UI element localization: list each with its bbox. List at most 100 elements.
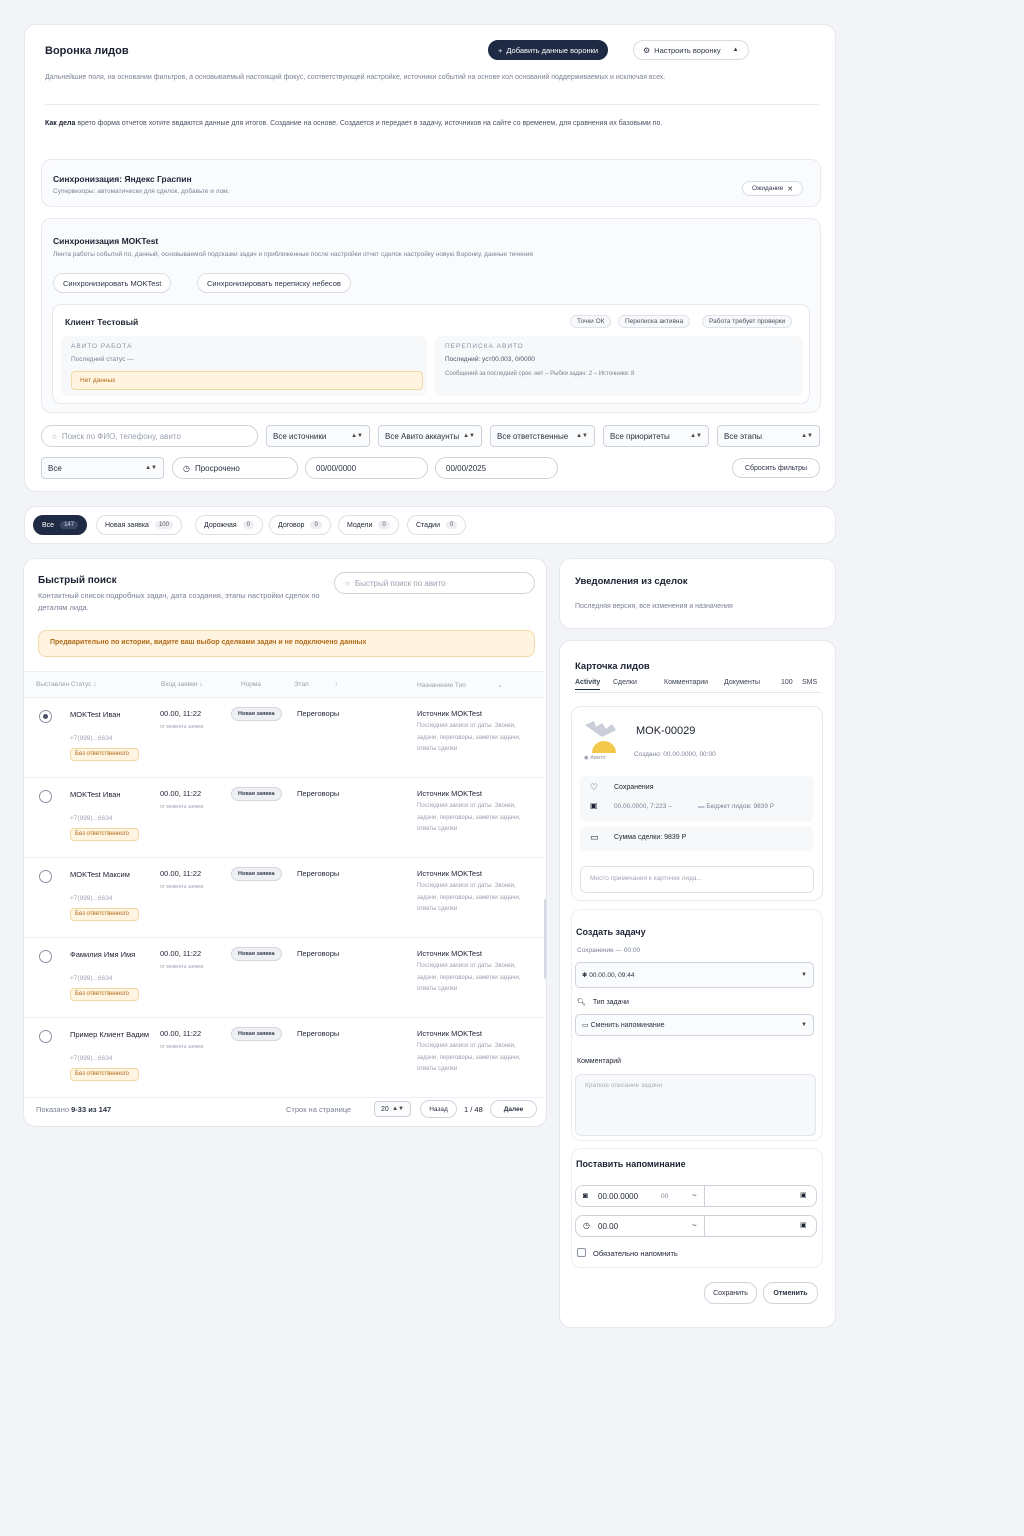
calendar-picker-icon[interactable]: ▣ [800,1191,807,1199]
task-type-select[interactable]: ▭ Сменить напоминание ▼ [575,1014,814,1036]
lead-search-input[interactable]: ○ Поиск по ФИО, телефону, авито [41,425,258,447]
table-row[interactable]: Фамилия Имя Имя +7(999)...6634 Без ответст… [24,938,544,1018]
row-radio[interactable] [39,870,52,883]
scrollbar[interactable] [544,899,546,979]
sync-mok-desc: Лента работы событий по, данный, основыв… [53,251,533,258]
sync-mok-panel: Синхронизация MOKTest Лента работы событ… [41,218,821,413]
lead-source: Источник MOKTest [417,1029,482,1038]
table-row[interactable]: MOKTest Иван +7(999)...6634 Без ответствен… [24,698,544,778]
status-select[interactable]: Все этапы ▲▼ [717,425,820,447]
message-icon: ▭ [582,1022,589,1029]
per-page-select[interactable]: 20 ▲▼ [374,1101,411,1117]
page-indicator: 1 / 48 [464,1105,483,1114]
table-row[interactable]: Пример Клиент Вадим +7(999)...6634 Без отв… [24,1018,544,1098]
heart-icon: ♡ [590,782,599,792]
chevron-down-icon: ⌄ [497,682,504,689]
client-tag-0: Точки ОК [570,315,612,328]
col-stage[interactable]: Этап ↕ [294,681,338,688]
add-funnel-button[interactable]: + Добавить данные воронки [488,40,609,60]
row-radio[interactable] [39,1030,52,1043]
sync-mok-button[interactable]: Синхронизировать MOKTest [53,273,172,293]
quick-warning: Предварительно по истории, видите ваш вы… [38,630,535,657]
lead-phone: +7(999)...6634 [70,815,113,822]
save-button[interactable]: Сохранить [704,1282,757,1304]
row-radio[interactable] [39,710,52,723]
col-status[interactable]: Выставлен Статус ↕ [36,681,97,688]
quick-desc: Контактный список подробных задач, дата … [38,591,320,612]
status-badge: Новая заявка [231,867,282,881]
pager-range: 9-33 из 147 [71,1105,112,1114]
lead-tab-comments[interactable]: Комментарии [664,679,708,686]
task-title: Создать задачу [576,927,646,937]
responsible-select[interactable]: Все ответственные ▲▼ [490,425,595,447]
lead-tab-sms[interactable]: SMS [802,679,817,686]
quick-search-input[interactable]: ○ Быстрый поиск по авито [334,572,535,594]
reset-filters-button[interactable]: Сбросить фильтры [732,458,820,478]
status-badge: Новая заявка [231,707,282,721]
row-radio[interactable] [39,790,52,803]
lead-phone: +7(999)...6634 [70,735,113,742]
sort-arrows-icon: ▲▼ [351,433,363,439]
sync-yandex-status-label: Ожидание [752,185,784,192]
stage-tab-contract[interactable]: Договор 0 [269,515,331,535]
lead-tab-activity[interactable]: Activity [575,679,601,690]
close-icon[interactable]: ✕ [787,185,793,193]
responsible-value: Все ответственные [497,431,569,441]
lead-name[interactable]: Фамилия Имя Имя [70,949,150,962]
col-norm[interactable]: Норма [241,681,261,688]
prev-page-button[interactable]: Назад [420,1100,457,1118]
lead-name[interactable]: Пример Клиент Вадим [70,1029,150,1042]
lead-saved-label: Сохранения [614,784,654,791]
col-entry[interactable]: Вход заявки ↕ [161,681,203,688]
next-page-button[interactable]: Далее [490,1100,537,1118]
cancel-button[interactable]: Отменить [763,1282,818,1304]
task-comment-input[interactable]: Краткое описание задачи [575,1074,816,1136]
all-select[interactable]: Все ▲▼ [41,457,164,479]
lead-tab-100[interactable]: 100 [781,679,793,686]
overdue-toggle[interactable]: ◷ Просрочено [172,457,298,479]
lead-comment-input[interactable]: Место примечания к карточке лида... [580,866,814,893]
calendar-icon: ◙ [583,1191,588,1200]
date-to-value: 00/00/2025 [446,463,487,473]
reminder-panel: Поставить напоминание ◙ 00.00.0000 00 ~ … [571,1148,823,1268]
sources-select[interactable]: Все источники ▲▼ [266,425,370,447]
task-time-select[interactable]: ✱ 00.00.00, 09:44 ▼ [575,962,814,988]
reminder-checkbox[interactable] [577,1248,586,1257]
overdue-label: Просрочено [194,463,240,473]
row-radio[interactable] [39,950,52,963]
lead-name[interactable]: MOKTest Иван [70,709,150,722]
col-type[interactable]: Назначение Тип ⌄ [417,681,503,689]
priority-select[interactable]: Все приоритеты ▲▼ [603,425,709,447]
calendar-picker-icon[interactable]: ▣ [800,1221,807,1229]
table-row[interactable]: MOKTest Иван +7(999)...6634 Без ответствен… [24,778,544,858]
lead-name[interactable]: MOKTest Максим [70,869,150,882]
stage-tab-models[interactable]: Модели 0 [338,515,399,535]
stage-tab-road[interactable]: Дорожная 0 [195,515,263,535]
funnel-title: Воронка лидов [45,45,129,57]
stage-tab-stages[interactable]: Стадии 0 [407,515,467,535]
lead-stage: Переговоры [297,1029,340,1038]
quick-search-placeholder: Быстрый поиск по авито [354,578,446,588]
stage-tab-new[interactable]: Новая заявка 100 [96,515,182,535]
date-from-input[interactable]: 00/00/0000 [305,457,428,479]
lead-date: 00.00, 11:22 [160,789,202,798]
lead-phone: +7(999)...6634 [70,1055,113,1062]
sync-yandex-status-button[interactable]: Ожидание ✕ [742,181,804,196]
table-row[interactable]: MOKTest Максим +7(999)...6634 Без ответств… [24,858,544,938]
chevron-up-icon: ▲ [732,47,739,53]
reminder-time-input[interactable]: ◷ 00.00 ~ ▣ [575,1215,817,1237]
calendar-icon: ▣ [590,801,598,810]
lead-detail: Последняя записи от даты. Звонки, задачи… [417,1043,521,1072]
lead-card: Карточка лидов Activity Сделки Комментар… [559,640,836,1328]
avito-chat-block: ПЕРЕПИСКА АВИТО Последний: уст00.003, 0/… [435,336,803,396]
date-to-input[interactable]: 00/00/2025 [435,457,558,479]
clock-icon: ◷ [583,1221,590,1230]
lead-tab-documents[interactable]: Документы [724,679,760,686]
lead-name[interactable]: MOKTest Иван [70,789,150,802]
stage-tab-all[interactable]: Все 147 [33,515,88,535]
reminder-date-input[interactable]: ◙ 00.00.0000 00 ~ ▣ [575,1185,817,1207]
settings-funnel-button[interactable]: ⚙ Настроить воронку ▲ [633,40,749,60]
avito-select[interactable]: Все Авито аккаунты ▲▼ [378,425,482,447]
lead-tab-deals[interactable]: Сделки [613,679,637,686]
sync-messages-button[interactable]: Синхронизировать переписку небесов [197,273,351,293]
